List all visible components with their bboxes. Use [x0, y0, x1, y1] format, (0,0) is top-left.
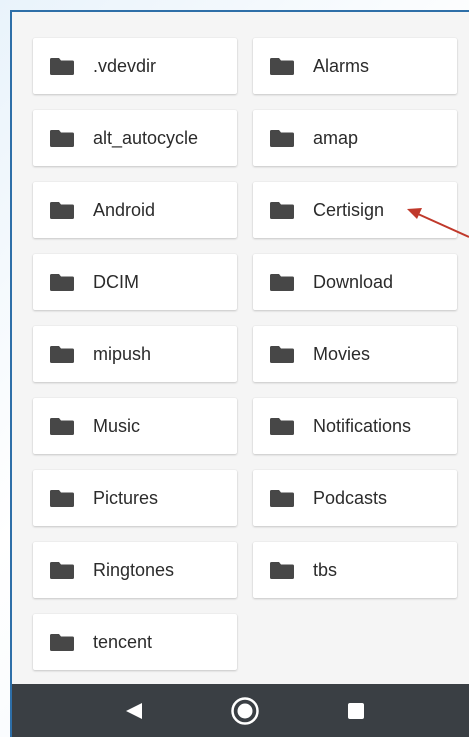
home-circle-icon [231, 696, 259, 725]
folder-item[interactable]: Music [33, 398, 237, 454]
folder-item[interactable]: tbs [253, 542, 457, 598]
folder-icon [50, 562, 74, 579]
folder-label: Podcasts [313, 488, 388, 508]
navigation-bar [12, 684, 469, 737]
folder-label: Music [93, 416, 141, 436]
folder-label: Movies [313, 344, 371, 364]
folder-icon [270, 58, 294, 75]
folder-icon [50, 634, 74, 651]
folder-icon [270, 418, 294, 435]
folder-item[interactable]: Alarms [253, 38, 457, 94]
folder-label: alt_autocycle [93, 128, 199, 148]
recents-button[interactable] [326, 684, 386, 737]
folder-item[interactable]: Ringtones [33, 542, 237, 598]
folder-icon [270, 490, 294, 507]
home-button[interactable] [215, 684, 275, 737]
folder-icon [50, 58, 74, 75]
folder-icon [50, 274, 74, 291]
folder-item[interactable]: Movies [253, 326, 457, 382]
folder-item[interactable]: DCIM [33, 254, 237, 310]
folder-label: Alarms [313, 56, 370, 76]
folder-item[interactable]: .vdevdir [33, 38, 237, 94]
folder-item[interactable]: Certisign [253, 182, 457, 238]
folder-icon [270, 562, 294, 579]
folder-label: .vdevdir [93, 56, 157, 76]
folder-label: Android [93, 200, 156, 220]
folder-label: tencent [93, 632, 153, 652]
folder-item[interactable]: tencent [33, 614, 237, 670]
folder-item[interactable]: Download [253, 254, 457, 310]
folder-item[interactable]: Podcasts [253, 470, 457, 526]
folder-grid: .vdevdir Alarms alt_autocycle amap Andro… [12, 12, 469, 686]
folder-icon [50, 202, 74, 219]
folder-item[interactable]: Pictures [33, 470, 237, 526]
folder-label: Certisign [313, 200, 385, 220]
folder-icon [270, 346, 294, 363]
folder-label: DCIM [93, 272, 139, 292]
folder-icon [50, 346, 74, 363]
folder-label: amap [313, 128, 359, 148]
folder-icon [270, 130, 294, 147]
folder-item[interactable]: Notifications [253, 398, 457, 454]
folder-icon [50, 490, 74, 507]
phone-screen: .vdevdir Alarms alt_autocycle amap Andro… [10, 10, 469, 737]
folder-icon [50, 130, 74, 147]
folder-label: Notifications [313, 416, 412, 436]
folder-item[interactable]: amap [253, 110, 457, 166]
folder-label: tbs [313, 560, 338, 580]
folder-label: mipush [93, 344, 152, 364]
folder-label: Pictures [93, 488, 159, 508]
recents-square-icon [348, 702, 364, 719]
folder-item[interactable]: alt_autocycle [33, 110, 237, 166]
folder-label: Download [313, 272, 394, 292]
folder-label: Ringtones [93, 560, 175, 580]
folder-item[interactable]: mipush [33, 326, 237, 382]
folder-item[interactable]: Android [33, 182, 237, 238]
folder-icon [50, 418, 74, 435]
back-triangle-icon [126, 702, 142, 719]
folder-icon [270, 274, 294, 291]
folder-icon [270, 202, 294, 219]
back-button[interactable] [104, 684, 164, 737]
